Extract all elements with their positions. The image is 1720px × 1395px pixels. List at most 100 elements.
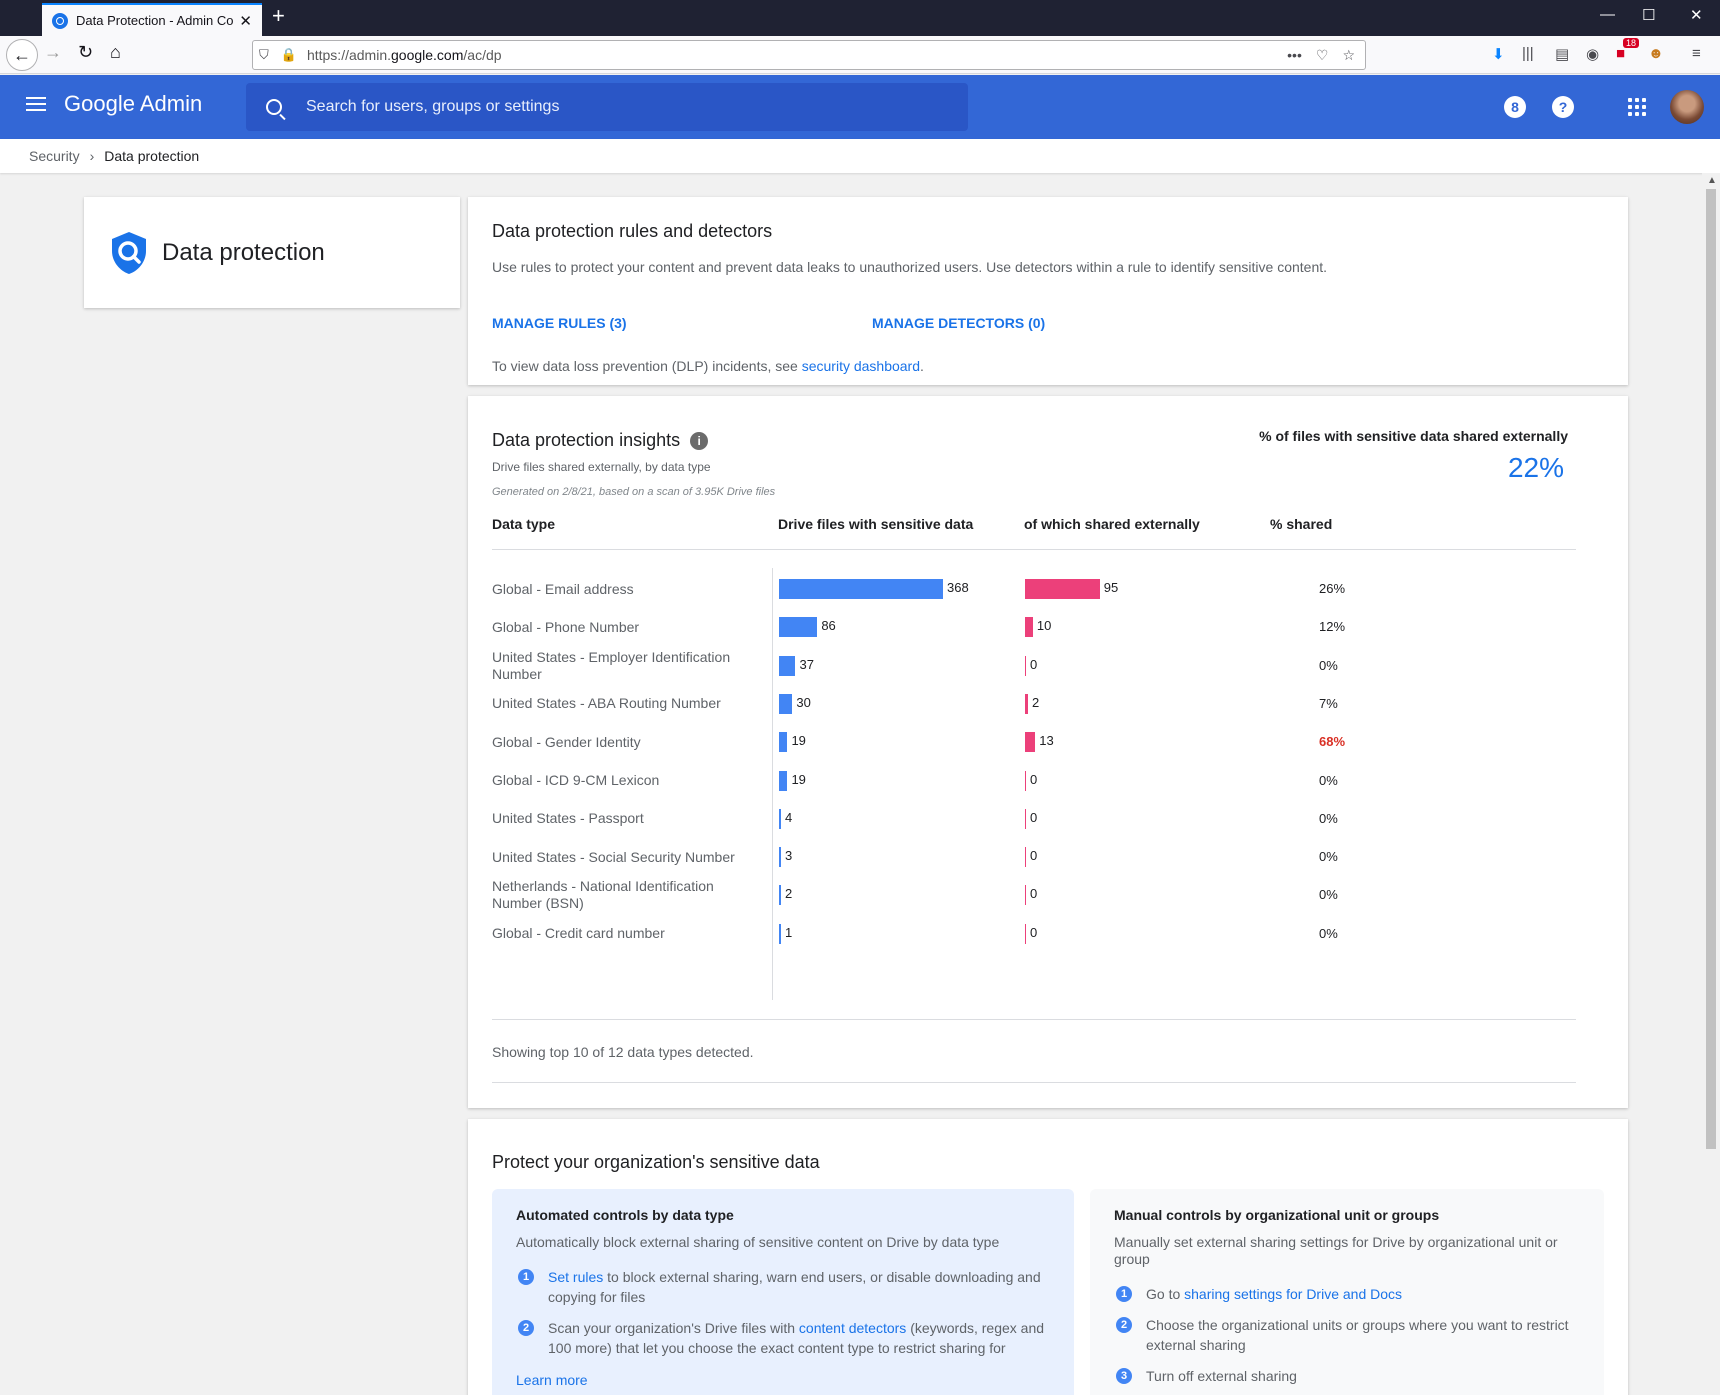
notifications-icon[interactable]: 8: [1504, 96, 1526, 118]
sensitive-count: 368: [947, 580, 969, 595]
shared-bar: [1025, 885, 1026, 906]
account-icon[interactable]: ◉: [1586, 45, 1599, 63]
footer-divider: [492, 1082, 1576, 1083]
shared-count: 0: [1030, 886, 1038, 902]
shared-bar: [1025, 770, 1026, 791]
bookmark-star-icon[interactable]: ☆: [1342, 47, 1355, 64]
url-bar[interactable]: ⛉ 🔒 https://admin.google.com/ac/dp ••• ♡…: [252, 40, 1366, 70]
automated-title: Automated controls by data type: [516, 1207, 734, 1223]
close-window-icon[interactable]: ✕: [1690, 6, 1703, 24]
shared-bar: [1025, 808, 1026, 829]
data-type-label: United States - Passport: [492, 810, 644, 827]
shared-count: 0: [1030, 809, 1038, 825]
minimize-icon[interactable]: —: [1600, 6, 1615, 23]
forward-icon[interactable]: →: [44, 42, 62, 63]
shared-bar: [1025, 693, 1028, 714]
scrollbar-thumb[interactable]: [1706, 189, 1716, 1149]
shield-search-icon: [112, 231, 146, 274]
tab-title: Data Protection - Admin Console: [76, 13, 234, 28]
insights-card: Data protection insights i Drive files s…: [468, 396, 1628, 1108]
sensitive-bar: [779, 579, 943, 599]
maximize-icon[interactable]: ☐: [1642, 6, 1655, 24]
data-type-label: United States - ABA Routing Number: [492, 695, 721, 712]
download-icon[interactable]: ⬇: [1492, 45, 1505, 63]
back-icon[interactable]: ←: [6, 39, 38, 71]
page-scrollbar[interactable]: ▲: [1702, 173, 1720, 1395]
manage-rules-button[interactable]: MANAGE RULES (3): [492, 315, 872, 331]
shared-bar: [1025, 655, 1026, 676]
chart-row: United States - Employer Identification …: [492, 645, 1576, 687]
rules-title: Data protection rules and detectors: [492, 221, 773, 241]
browser-toolbar: ← → ↻ ⌂ ⛉ 🔒 https://admin.google.com/ac/…: [0, 36, 1720, 74]
sensitive-bar: [779, 617, 818, 638]
search-input[interactable]: Search for users, groups or settings: [246, 83, 968, 131]
google-admin-logo[interactable]: Google Admin: [64, 91, 202, 117]
tracking-shield-icon[interactable]: ⛉: [259, 47, 269, 63]
sharing-settings-link[interactable]: sharing settings for Drive and Docs: [1184, 1286, 1402, 1302]
chart-row: Global - ICD 9-CM Lexicon 19 0 0%: [492, 760, 1576, 802]
sensitive-count: 2: [785, 886, 793, 902]
reload-icon[interactable]: ↻: [78, 42, 93, 63]
main-menu-icon[interactable]: [26, 97, 46, 111]
protect-title: Protect your organization's sensitive da…: [492, 1152, 820, 1172]
data-type-label: Global - Gender Identity: [492, 733, 641, 750]
home-icon[interactable]: ⌂: [110, 42, 121, 63]
sensitive-bar: [779, 847, 781, 868]
sensitive-bar: [779, 693, 793, 714]
monkey-extension-icon[interactable]: ☻: [1648, 45, 1664, 62]
search-icon: [266, 99, 282, 115]
data-type-label: United States - Social Security Number: [492, 848, 735, 865]
library-icon[interactable]: |||: [1522, 45, 1534, 62]
admin-header: Google Admin Search for users, groups or…: [0, 75, 1720, 139]
shared-count: 95: [1103, 580, 1119, 595]
overall-share-label: % of files with sensitive data shared ex…: [1259, 428, 1568, 444]
insights-title: Data protection insights: [492, 430, 681, 450]
step-1-icon: 1: [518, 1269, 534, 1285]
chart-row: United States - Social Security Number 3 0…: [492, 836, 1576, 878]
shared-count: 10: [1036, 618, 1052, 634]
sensitive-count: 1: [785, 924, 793, 940]
pct-shared-value: 0%: [1319, 925, 1338, 941]
sensitive-count: 19: [791, 771, 806, 787]
security-dashboard-link[interactable]: security dashboard: [802, 358, 920, 374]
chart-row: Global - Gender Identity 19 13 68%: [492, 721, 1576, 763]
learn-more-link[interactable]: Learn more: [516, 1372, 1050, 1388]
dlp-note: To view data loss prevention (DLP) incid…: [492, 358, 924, 374]
manual-step-3: 3 Turn off external sharing: [1114, 1366, 1580, 1386]
set-rules-link[interactable]: Set rules: [548, 1269, 603, 1285]
overall-share-value: 22%: [1507, 452, 1564, 483]
col-sensitive: Drive files with sensitive data: [778, 516, 974, 532]
breadcrumb-security[interactable]: Security: [29, 148, 80, 164]
rules-description: Use rules to protect your content and pr…: [492, 259, 1328, 275]
manage-detectors-button[interactable]: MANAGE DETECTORS (0): [872, 315, 1045, 331]
col-pct-shared: % shared: [1270, 516, 1333, 532]
new-tab-icon[interactable]: +: [272, 3, 285, 29]
breadcrumb-current: Data protection: [104, 148, 200, 164]
content-detectors-link[interactable]: content detectors: [799, 1320, 906, 1336]
url-text: https://admin.google.com/ac/dp: [306, 47, 502, 63]
info-icon[interactable]: i: [690, 431, 709, 450]
menu-icon[interactable]: ≡: [1692, 45, 1701, 62]
close-tab-icon[interactable]: ✕: [239, 12, 252, 30]
manual-desc: Manually set external sharing settings f…: [1114, 1234, 1558, 1267]
chart-bottom-divider: [492, 1019, 1576, 1020]
sidebar-icon[interactable]: ▤: [1555, 45, 1569, 63]
avatar[interactable]: [1670, 90, 1704, 124]
sensitive-count: 86: [821, 618, 836, 634]
pct-shared-value: 26%: [1319, 581, 1346, 596]
apps-grid-icon[interactable]: [1628, 98, 1646, 116]
admin-favicon-icon: [52, 12, 68, 29]
scroll-up-icon[interactable]: ▲: [1707, 175, 1717, 186]
page-actions-icon[interactable]: •••: [1287, 47, 1302, 64]
chart-row: United States - ABA Routing Number 30 2 7%: [492, 683, 1576, 725]
manual-title: Manual controls by organizational unit o…: [1114, 1207, 1440, 1223]
page-title: Data protection: [162, 238, 325, 266]
data-type-label: Global - Email address: [492, 580, 634, 597]
pct-shared-value: 0%: [1319, 810, 1338, 826]
browser-tab[interactable]: Data Protection - Admin Console ✕: [42, 3, 262, 36]
pocket-icon[interactable]: ♡: [1316, 47, 1329, 64]
lock-icon[interactable]: 🔒: [281, 47, 297, 63]
scan-note: Generated on 2/8/21, based on a scan of …: [492, 486, 776, 498]
help-icon[interactable]: ?: [1552, 96, 1574, 118]
pct-shared-value: 12%: [1319, 619, 1346, 635]
